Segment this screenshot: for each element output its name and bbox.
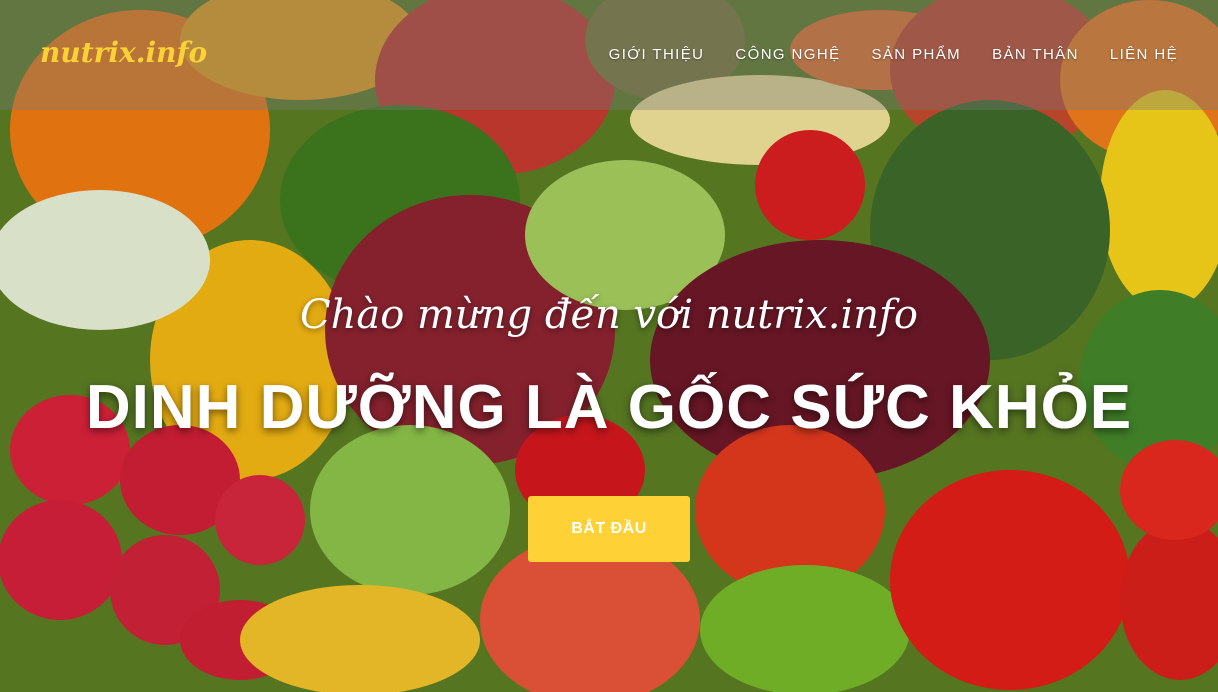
hero-subheading: Chào mừng đến với nutrix.info: [300, 292, 918, 338]
nav-item-ban-than[interactable]: BẢN THÂN: [992, 46, 1079, 63]
brand-logo-link[interactable]: nutrix.info: [40, 36, 207, 69]
hero-heading: DINH DƯỠNG LÀ GỐC SỨC KHỎE: [85, 373, 1133, 442]
top-navbar: nutrix.info GIỚI THIỆU CÔNG NGHỆ SẢN PHẨ…: [0, 0, 1218, 110]
nav-item-gioi-thieu[interactable]: GIỚI THIỆU: [609, 46, 705, 63]
nav-menu: GIỚI THIỆU CÔNG NGHỆ SẢN PHẨM BẢN THÂN L…: [609, 46, 1178, 63]
start-button[interactable]: BẮT ĐẦU: [528, 496, 690, 562]
nav-item-cong-nghe[interactable]: CÔNG NGHỆ: [735, 46, 840, 63]
nav-item-lien-he[interactable]: LIÊN HỆ: [1110, 46, 1178, 63]
hero-section: nutrix.info GIỚI THIỆU CÔNG NGHỆ SẢN PHẨ…: [0, 0, 1218, 692]
nav-item-san-pham[interactable]: SẢN PHẨM: [872, 46, 962, 63]
